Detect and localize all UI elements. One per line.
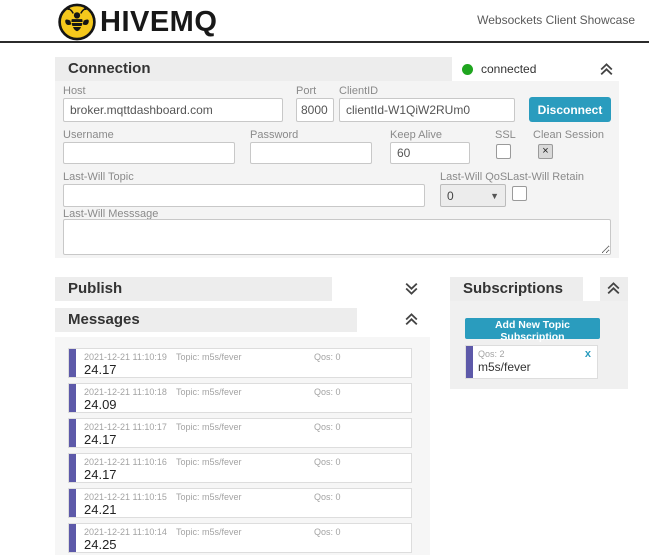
messages-collapse-chevron-up-icon[interactable] <box>403 311 420 328</box>
message-topic: Topic: m5s/fever <box>176 492 242 502</box>
message-payload: 24.17 <box>84 467 117 482</box>
subscription-topic: m5s/fever <box>478 360 531 374</box>
message-card: 2021-12-21 11:10:14 Topic: m5s/fever Qos… <box>68 523 412 553</box>
lastwill-topic-input[interactable] <box>63 184 425 207</box>
top-bar: HIVEMQ Websockets Client Showcase <box>0 0 649 43</box>
connection-panel: Connection connected Host Port ClientID … <box>55 57 619 258</box>
lastwill-qos-select[interactable]: 0 ▼ <box>440 184 506 207</box>
subscription-qos: Qos: 2 <box>478 349 505 359</box>
disconnect-button[interactable]: Disconnect <box>529 97 611 122</box>
messages-list: 2021-12-21 11:10:19 Topic: m5s/fever Qos… <box>55 337 430 555</box>
message-accent-bar <box>69 419 76 447</box>
message-topic: Topic: m5s/fever <box>176 352 242 362</box>
port-input[interactable] <box>296 98 334 122</box>
connection-collapse-chevron-up-icon[interactable] <box>598 61 615 78</box>
clientid-input[interactable] <box>339 98 515 122</box>
publish-title: Publish <box>68 280 122 297</box>
subscriptions-panel: Subscriptions Add New Topic Subscription… <box>450 277 628 389</box>
hivemq-bee-logo-icon <box>58 3 96 41</box>
connection-title: Connection <box>68 60 151 77</box>
messages-title: Messages <box>68 311 140 328</box>
message-payload: 24.17 <box>84 362 117 377</box>
subscription-accent-bar <box>466 346 473 378</box>
message-topic: Topic: m5s/fever <box>176 527 242 537</box>
message-timestamp: 2021-12-21 11:10:18 <box>84 387 167 397</box>
lastwill-qos-value: 0 <box>447 189 454 203</box>
message-topic: Topic: m5s/fever <box>176 387 242 397</box>
message-qos: Qos: 0 <box>314 527 341 537</box>
subscription-item: Qos: 2 x m5s/fever <box>465 345 598 379</box>
message-qos: Qos: 0 <box>314 352 341 362</box>
message-topic: Topic: m5s/fever <box>176 422 242 432</box>
password-input[interactable] <box>250 142 372 164</box>
connected-dot-icon <box>462 64 473 75</box>
message-topic: Topic: m5s/fever <box>176 457 242 467</box>
message-card: 2021-12-21 11:10:16 Topic: m5s/fever Qos… <box>68 453 412 483</box>
subscriptions-chevron-box <box>600 277 628 301</box>
lastwill-retain-checkbox[interactable] <box>512 186 527 201</box>
message-card: 2021-12-21 11:10:15 Topic: m5s/fever Qos… <box>68 488 412 518</box>
clean-session-label: Clean Session <box>533 129 604 141</box>
message-payload: 24.09 <box>84 397 117 412</box>
publish-expand-chevron-down-icon[interactable] <box>403 280 420 297</box>
message-accent-bar <box>69 489 76 517</box>
message-qos: Qos: 0 <box>314 422 341 432</box>
connection-status-text: connected <box>481 62 536 76</box>
message-accent-bar <box>69 349 76 377</box>
host-label: Host <box>63 85 86 97</box>
publish-section: Publish <box>55 277 425 301</box>
subscriptions-title: Subscriptions <box>463 280 563 297</box>
subscriptions-collapse-chevron-up-icon[interactable] <box>605 280 622 297</box>
hivemq-websocket-client: HIVEMQ Websockets Client Showcase Connec… <box>0 0 649 555</box>
lastwill-message-textarea[interactable] <box>63 219 611 255</box>
subscriptions-body: Add New Topic Subscription Qos: 2 x m5s/… <box>450 301 628 389</box>
message-timestamp: 2021-12-21 11:10:19 <box>84 352 167 362</box>
message-accent-bar <box>69 454 76 482</box>
connection-status-badge: connected <box>452 57 619 81</box>
password-label: Password <box>250 129 298 141</box>
port-label: Port <box>296 85 316 97</box>
keepalive-label: Keep Alive <box>390 129 442 141</box>
brand-wordmark: HIVEMQ <box>100 6 217 39</box>
keepalive-input[interactable] <box>390 142 470 164</box>
message-card: 2021-12-21 11:10:19 Topic: m5s/fever Qos… <box>68 348 412 378</box>
add-subscription-button[interactable]: Add New Topic Subscription <box>465 318 600 339</box>
username-input[interactable] <box>63 142 235 164</box>
host-input[interactable] <box>63 98 283 122</box>
lastwill-topic-label: Last-Will Topic <box>63 171 134 183</box>
ssl-label: SSL <box>495 129 516 141</box>
subscription-close-icon[interactable]: x <box>585 348 591 360</box>
message-timestamp: 2021-12-21 11:10:17 <box>84 422 167 432</box>
messages-section-header: Messages <box>55 308 425 332</box>
message-qos: Qos: 0 <box>314 387 341 397</box>
lastwill-retain-label: Last-Will Retain <box>507 171 584 183</box>
message-qos: Qos: 0 <box>314 457 341 467</box>
message-timestamp: 2021-12-21 11:10:16 <box>84 457 167 467</box>
ssl-checkbox[interactable] <box>496 144 511 159</box>
username-label: Username <box>63 129 114 141</box>
message-card: 2021-12-21 11:10:18 Topic: m5s/fever Qos… <box>68 383 412 413</box>
clientid-label: ClientID <box>339 85 378 97</box>
message-payload: 24.21 <box>84 502 117 517</box>
message-timestamp: 2021-12-21 11:10:14 <box>84 527 167 537</box>
clean-session-checkbox[interactable]: × <box>538 144 553 159</box>
message-accent-bar <box>69 524 76 552</box>
message-payload: 24.25 <box>84 537 117 552</box>
app-subtitle: Websockets Client Showcase <box>477 13 635 27</box>
message-qos: Qos: 0 <box>314 492 341 502</box>
message-timestamp: 2021-12-21 11:10:15 <box>84 492 167 502</box>
select-caret-icon: ▼ <box>490 191 499 201</box>
message-accent-bar <box>69 384 76 412</box>
message-card: 2021-12-21 11:10:17 Topic: m5s/fever Qos… <box>68 418 412 448</box>
message-payload: 24.17 <box>84 432 117 447</box>
lastwill-qos-label: Last-Will QoS <box>440 171 507 183</box>
